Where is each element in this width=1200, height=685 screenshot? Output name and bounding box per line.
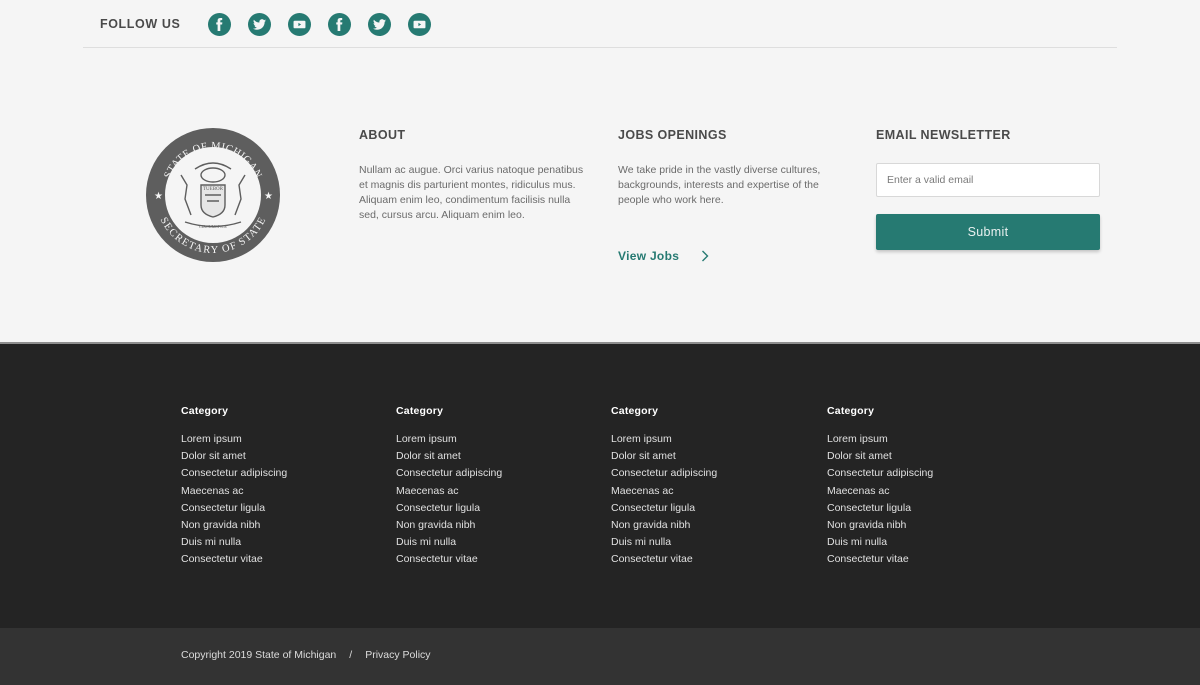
- category-link[interactable]: Consectetur adipiscing: [827, 465, 933, 482]
- about-text: Nullam ac augue. Orci varius natoque pen…: [359, 164, 584, 221]
- category-link[interactable]: Consectetur adipiscing: [396, 465, 502, 482]
- category-link[interactable]: Consectetur ligula: [181, 500, 287, 517]
- category-link[interactable]: Dolor sit amet: [611, 448, 717, 465]
- category-link[interactable]: Dolor sit amet: [396, 448, 502, 465]
- category-link[interactable]: Dolor sit amet: [827, 448, 933, 465]
- category-column: Category Lorem ipsum Dolor sit amet Cons…: [396, 405, 502, 569]
- newsletter-section: EMAIL NEWSLETTER: [876, 128, 1101, 163]
- category-link[interactable]: Consectetur ligula: [396, 500, 502, 517]
- youtube-icon: [413, 20, 426, 28]
- category-column: Category Lorem ipsum Dolor sit amet Cons…: [611, 405, 717, 569]
- follow-us-label: FOLLOW US: [100, 17, 181, 31]
- category-link[interactable]: Consectetur vitae: [181, 551, 287, 568]
- social-link-youtube[interactable]: [288, 12, 311, 36]
- follow-us-bar: FOLLOW US: [100, 11, 431, 37]
- facebook-icon: [336, 17, 343, 31]
- category-column: Category Lorem ipsum Dolor sit amet Cons…: [181, 405, 287, 569]
- footer-legal-bar: Copyright 2019 State of Michigan / Priva…: [0, 628, 1200, 685]
- category-link[interactable]: Dolor sit amet: [181, 448, 287, 465]
- privacy-policy-link[interactable]: Privacy Policy: [365, 649, 430, 661]
- category-link[interactable]: Non gravida nibh: [396, 517, 502, 534]
- facebook-icon: [216, 17, 223, 31]
- chevron-right-icon: [702, 250, 709, 262]
- category-link[interactable]: Non gravida nibh: [611, 517, 717, 534]
- category-link[interactable]: Maecenas ac: [396, 483, 502, 500]
- jobs-title: JOBS OPENINGS: [618, 128, 727, 142]
- social-link-facebook[interactable]: [208, 12, 231, 36]
- jobs-text: We take pride in the vastly diverse cult…: [618, 164, 821, 206]
- category-link[interactable]: Lorem ipsum: [827, 431, 933, 448]
- category-link[interactable]: Maecenas ac: [827, 483, 933, 500]
- category-title: Category: [396, 405, 444, 417]
- category-link[interactable]: Duis mi nulla: [827, 534, 933, 551]
- category-link[interactable]: Duis mi nulla: [611, 534, 717, 551]
- divider: [83, 47, 1117, 48]
- about-section: ABOUT Nullam ac augue. Orci varius natoq…: [359, 128, 584, 223]
- star-icon: ★: [154, 191, 163, 202]
- category-link[interactable]: Non gravida nibh: [181, 517, 287, 534]
- social-link-youtube-2[interactable]: [408, 12, 431, 36]
- category-link[interactable]: Consectetur vitae: [827, 551, 933, 568]
- email-input[interactable]: [876, 163, 1100, 197]
- twitter-icon: [373, 18, 386, 30]
- category-link[interactable]: Lorem ipsum: [396, 431, 502, 448]
- footer-top-section: FOLLOW US STATE OF MICHIGAN SECRETARY OF…: [0, 0, 1200, 342]
- seal-ribbon: CIRCUMSPICE: [199, 224, 227, 229]
- copyright-text: Copyright 2019 State of Michigan: [181, 649, 337, 661]
- category-link[interactable]: Consectetur adipiscing: [181, 465, 287, 482]
- separator: /: [349, 649, 353, 661]
- footer-links-section: Category Lorem ipsum Dolor sit amet Cons…: [0, 342, 1200, 628]
- category-link[interactable]: Non gravida nibh: [827, 517, 933, 534]
- social-link-twitter[interactable]: [248, 12, 271, 36]
- category-link[interactable]: Maecenas ac: [611, 483, 717, 500]
- view-jobs-link[interactable]: View Jobs: [618, 249, 709, 263]
- category-column: Category Lorem ipsum Dolor sit amet Cons…: [827, 405, 933, 569]
- category-link[interactable]: Maecenas ac: [181, 483, 287, 500]
- youtube-icon: [293, 20, 306, 28]
- about-title: ABOUT: [359, 128, 406, 142]
- seal-motto: TUEBOR: [203, 187, 224, 192]
- category-link[interactable]: Duis mi nulla: [181, 534, 287, 551]
- star-icon: ★: [264, 191, 273, 202]
- category-link[interactable]: Consectetur vitae: [396, 551, 502, 568]
- category-link[interactable]: Consectetur ligula: [827, 500, 933, 517]
- social-link-facebook-2[interactable]: [328, 12, 351, 36]
- twitter-icon: [253, 18, 266, 30]
- category-link[interactable]: Consectetur vitae: [611, 551, 717, 568]
- category-link[interactable]: Lorem ipsum: [611, 431, 717, 448]
- social-links: [208, 12, 431, 36]
- category-title: Category: [181, 405, 229, 417]
- category-title: Category: [611, 405, 659, 417]
- submit-button[interactable]: Submit: [876, 214, 1100, 250]
- social-link-twitter-2[interactable]: [368, 12, 391, 36]
- category-link[interactable]: Lorem ipsum: [181, 431, 287, 448]
- category-link[interactable]: Consectetur ligula: [611, 500, 717, 517]
- category-link[interactable]: Duis mi nulla: [396, 534, 502, 551]
- category-title: Category: [827, 405, 875, 417]
- newsletter-title: EMAIL NEWSLETTER: [876, 128, 1011, 142]
- category-link[interactable]: Consectetur adipiscing: [611, 465, 717, 482]
- michigan-seal-logo: STATE OF MICHIGAN SECRETARY OF STATE ★ ★…: [146, 128, 280, 262]
- view-jobs-label: View Jobs: [618, 249, 680, 263]
- jobs-section: JOBS OPENINGS We take pride in the vastl…: [618, 128, 843, 208]
